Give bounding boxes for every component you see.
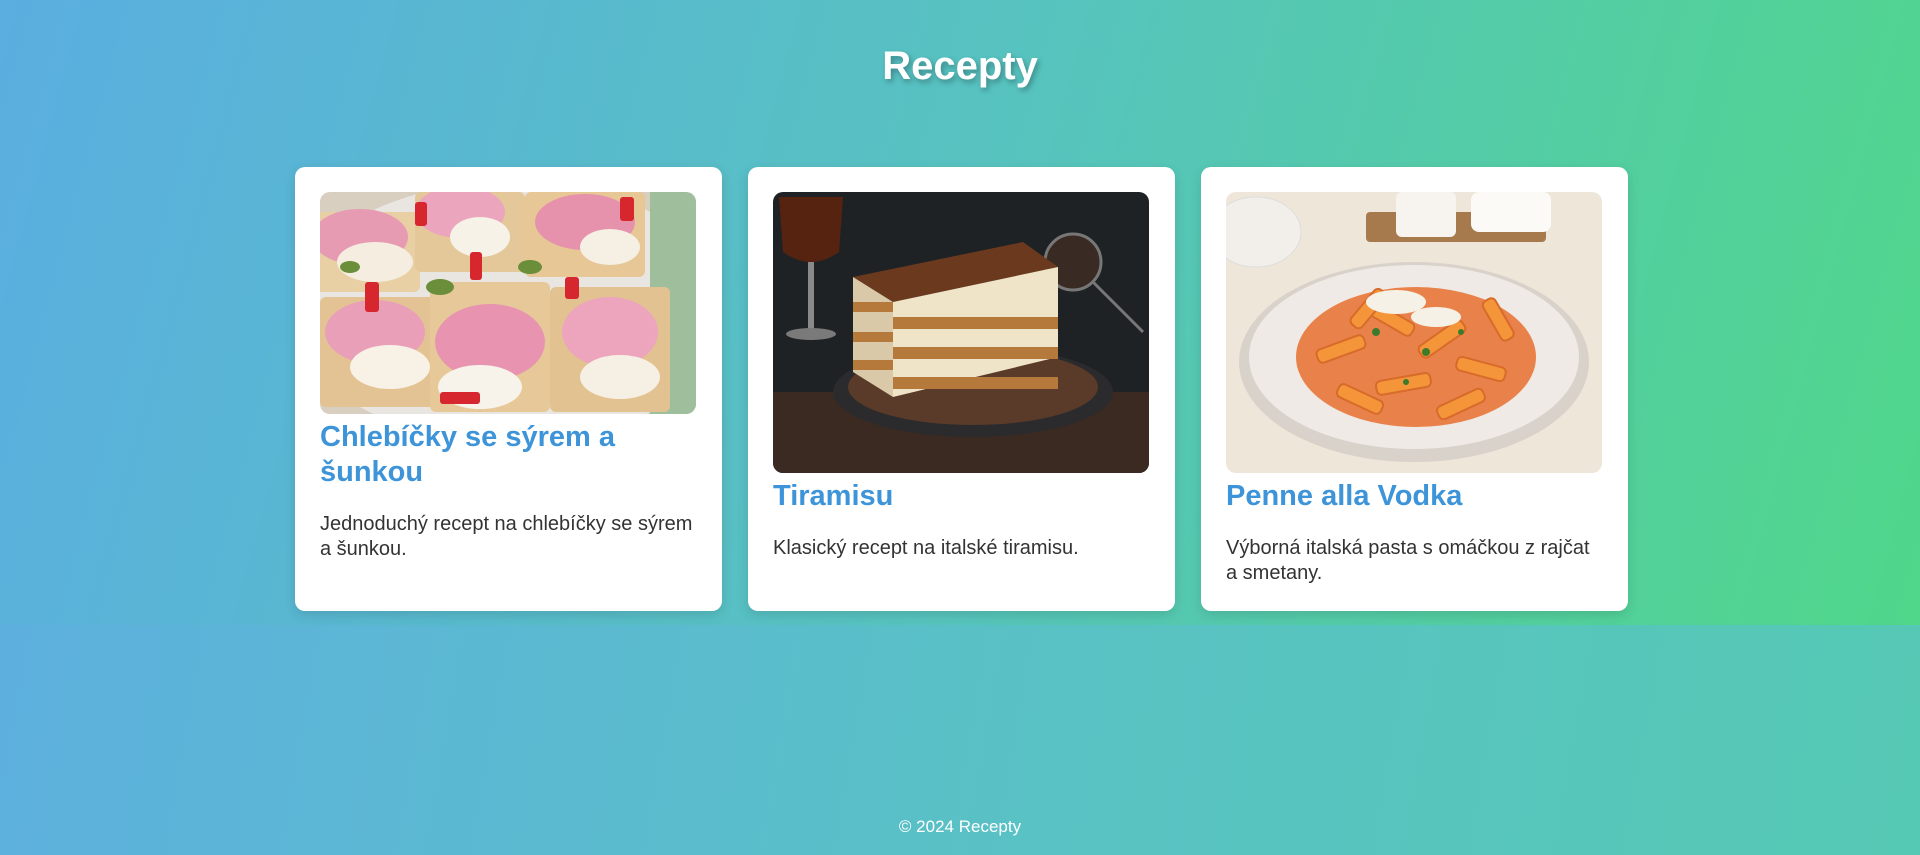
- recipe-title[interactable]: Tiramisu: [773, 479, 1150, 514]
- footer-copyright: © 2024 Recepty: [898, 817, 1022, 836]
- recipe-card-chlebicky[interactable]: Chlebíčky se sýrem a šunkou Jednoduchý r…: [295, 167, 722, 611]
- recipe-description: Klasický recept na italské tiramisu.: [773, 537, 1079, 559]
- page-title: Recepty: [882, 44, 1038, 88]
- tiramisu-photo[interactable]: [773, 192, 1149, 473]
- recipe-title[interactable]: Penne alla Vodka: [1226, 479, 1603, 514]
- penne-pasta-photo[interactable]: [1226, 192, 1602, 473]
- recipe-description: Výborná italská pasta s omáčkou z rajčat…: [1226, 537, 1590, 584]
- recipe-card-tiramisu[interactable]: Tiramisu Klasický recept na italské tira…: [748, 167, 1175, 611]
- recipe-title[interactable]: Chlebíčky se sýrem a šunkou: [320, 420, 697, 490]
- open-sandwich-photo[interactable]: [320, 192, 696, 414]
- recipe-card-penne[interactable]: Penne alla Vodka Výborná italská pasta s…: [1201, 167, 1628, 611]
- recipe-list: Chlebíčky se sýrem a šunkou Jednoduchý r…: [295, 167, 1628, 611]
- recipe-description: Jednoduchý recept na chlebíčky se sýrem …: [320, 513, 693, 560]
